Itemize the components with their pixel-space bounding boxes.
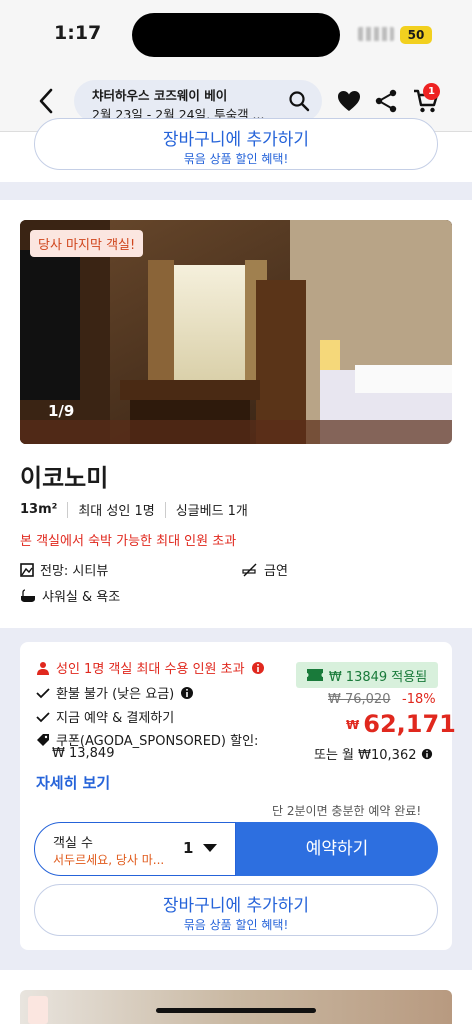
check-icon xyxy=(36,687,50,698)
person-icon xyxy=(37,661,49,675)
add-to-cart-sub: 묶음 상품 할인 혜택! xyxy=(183,152,289,166)
room-count-value: 1 xyxy=(183,839,194,857)
next-room-badge xyxy=(28,996,48,1024)
photo-counter: 1/9 xyxy=(48,402,75,420)
amenity-no-smoking: 금연 xyxy=(242,560,288,579)
status-time: 1:17 xyxy=(54,22,102,44)
coupon-amount: ₩ 13,849 xyxy=(52,746,115,761)
ticket-icon xyxy=(306,669,323,681)
share-icon[interactable] xyxy=(374,88,398,114)
amenity-view: 전망: 시티뷰 xyxy=(20,560,108,579)
next-room-photo[interactable] xyxy=(20,990,452,1024)
info-icon[interactable] xyxy=(251,661,265,675)
no-smoking-icon xyxy=(242,563,257,576)
search-icon[interactable] xyxy=(288,90,310,112)
add-to-cart-button[interactable]: 장바구니에 추가하기 묶음 상품 할인 혜택! xyxy=(34,884,438,936)
room-count-urgency: 서두르세요, 당사 마... xyxy=(53,853,165,867)
add-to-cart-button-prev[interactable]: 장바구니에 추가하기 묶음 상품 할인 혜택! xyxy=(34,118,438,170)
amenity-bathtub: 샤워실 & 욕조 xyxy=(20,586,120,605)
promo-applied-badge: ₩ 13849 적용됨 xyxy=(296,662,438,688)
add-to-cart-label: 장바구니에 추가하기 xyxy=(162,130,310,150)
pay-now-line: 지금 예약 & 결제하기 xyxy=(36,707,174,726)
capacity-warning-text: 성인 1명 객실 최대 수용 인원 초과 xyxy=(56,662,245,677)
favorite-heart-icon[interactable] xyxy=(336,88,362,114)
discount-percent: -18% xyxy=(402,692,436,707)
room-specs: 13m² 최대 성인 1명 싱글베드 1개 xyxy=(20,500,258,519)
back-icon[interactable] xyxy=(36,87,56,115)
final-price: ₩62,171 xyxy=(346,710,456,738)
booking-hint: 단 2분이면 충분한 예약 완료! xyxy=(272,804,422,818)
info-icon[interactable] xyxy=(180,686,194,700)
original-price: ₩ 76,020 xyxy=(328,692,391,707)
dynamic-island xyxy=(132,13,340,57)
cart-count-badge: 1 xyxy=(423,83,440,100)
book-button[interactable]: 예약하기 xyxy=(236,822,438,876)
home-indicator xyxy=(156,1008,316,1013)
search-summary[interactable]: 챠터하우스 코즈웨이 베이 2월 23일 - 2월 24일, 투숙객 ... xyxy=(74,80,322,122)
bathtub-icon xyxy=(21,588,35,602)
details-link[interactable]: 자세히 보기 xyxy=(36,772,110,793)
last-room-badge: 당사 마지막 객실! xyxy=(30,230,144,257)
signal-icon xyxy=(358,27,394,41)
add-to-cart-sub: 묶음 상품 할인 혜택! xyxy=(183,918,289,932)
view-icon xyxy=(20,562,34,577)
promo-text: ₩ 13849 적용됨 xyxy=(328,669,428,685)
room-bed: 싱글베드 1개 xyxy=(175,504,248,519)
chevron-down-icon xyxy=(203,844,217,852)
amenity-label: 전망: 시티뷰 xyxy=(40,564,109,579)
occupancy-warning: 본 객실에서 숙박 가능한 최대 인원 초과 xyxy=(20,534,237,549)
price-value: 62,171 xyxy=(363,710,456,738)
battery-icon: 50 xyxy=(400,26,432,44)
monthly-price: 또는 월 ₩10,362 xyxy=(314,744,433,763)
room-size: 13m² xyxy=(20,502,58,517)
room-count-select[interactable]: 객실 수 서두르세요, 당사 마... 1 xyxy=(34,822,236,876)
room-occupancy: 최대 성인 1명 xyxy=(78,504,155,519)
tag-icon xyxy=(37,733,49,746)
previous-room-card: 장바구니에 추가하기 묶음 상품 할인 혜택! xyxy=(0,118,472,182)
capacity-warning-line: 성인 1명 객실 최대 수용 인원 초과 xyxy=(36,658,265,677)
amenity-label: 금연 xyxy=(264,564,288,579)
info-icon[interactable] xyxy=(421,748,433,760)
room-title: 이코노미 xyxy=(20,464,109,492)
pay-now-text: 지금 예약 & 결제하기 xyxy=(56,711,175,726)
monthly-text: 또는 월 ₩10,362 xyxy=(314,748,417,763)
amenity-label: 샤워실 & 욕조 xyxy=(42,590,121,605)
add-to-cart-label: 장바구니에 추가하기 xyxy=(162,896,310,916)
check-icon xyxy=(36,711,50,722)
currency-symbol: ₩ xyxy=(346,718,360,732)
status-bar: 1:17 50 xyxy=(0,0,472,70)
refund-text: 환불 불가 (낮은 요금) xyxy=(56,687,175,702)
refund-line: 환불 불가 (낮은 요금) xyxy=(36,683,194,702)
